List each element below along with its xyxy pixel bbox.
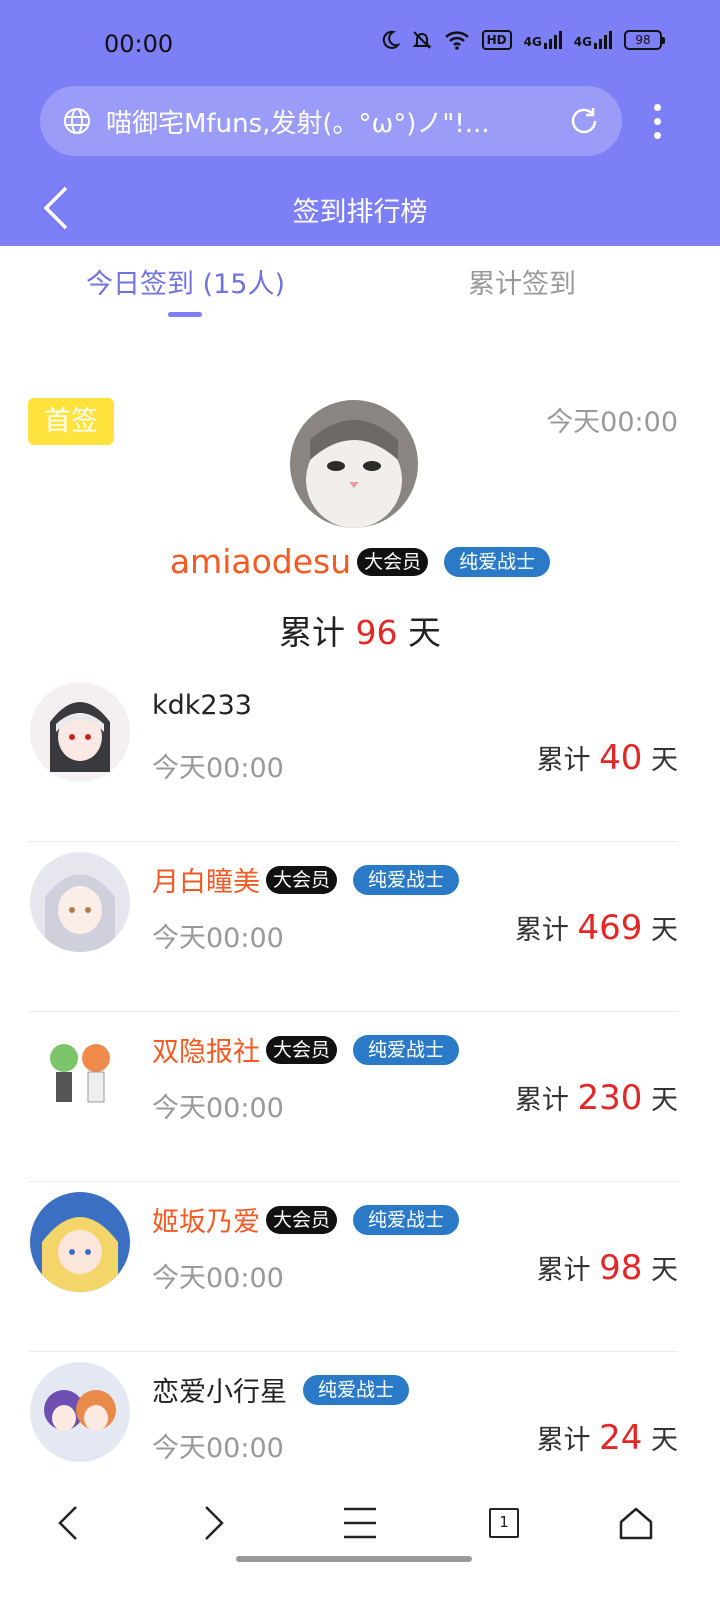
username[interactable]: 双隐报社 xyxy=(152,1030,260,1069)
sign-total: 累计 98 天 xyxy=(536,1248,678,1288)
chibi-duo-avatar-icon xyxy=(30,1022,130,1122)
item-name-row: kdk233 xyxy=(152,690,252,721)
wifi-icon xyxy=(444,31,469,50)
url-bar[interactable]: 喵御宅Mfuns,发射(。°ω°)ノ"!... xyxy=(40,86,622,156)
vip-tag: 大会员 xyxy=(357,547,429,576)
item-name-row: 恋爱小行星 纯爱战士 xyxy=(152,1370,410,1409)
globe-icon xyxy=(64,108,90,134)
pure-love-tag: 纯爱战士 xyxy=(353,864,460,895)
pure-love-tag: 纯爱战士 xyxy=(444,546,551,577)
first-sign-total: 累计 96 天 xyxy=(279,613,441,652)
username[interactable]: 月白瞳美 xyxy=(152,860,260,899)
hamburger-icon xyxy=(344,1507,376,1539)
pure-love-tag: 纯爱战士 xyxy=(353,1204,460,1235)
item-name-row: 双隐报社 大会员 纯爱战士 xyxy=(152,1030,460,1069)
item-name-row: 月白瞳美 大会员 纯爱战士 xyxy=(152,860,460,899)
system-home-indicator[interactable] xyxy=(236,1556,472,1562)
avatar[interactable] xyxy=(290,400,418,528)
tab-today[interactable]: 今日签到 (15人) xyxy=(86,262,285,301)
anime-duo-avatar-icon xyxy=(30,1362,130,1462)
sign-time: 今天00:00 xyxy=(152,923,284,954)
first-sign-time: 今天00:00 xyxy=(546,407,678,438)
list-item[interactable]: kdk233 今天00:00 累计 40 天 xyxy=(28,672,678,842)
vip-tag: 大会员 xyxy=(266,865,338,894)
first-sign-name-row: amiaodesu 大会员 纯爱战士 xyxy=(0,542,720,581)
cat-avatar-icon xyxy=(290,400,418,528)
first-sign-username[interactable]: amiaodesu xyxy=(170,542,351,581)
first-sign-badge: 首签 xyxy=(28,398,114,445)
tabs-icon: 1 xyxy=(489,1508,519,1538)
battery-icon: 98 xyxy=(624,30,665,50)
username[interactable]: kdk233 xyxy=(152,690,252,721)
sign-time: 今天00:00 xyxy=(152,1093,284,1124)
chevron-left-icon xyxy=(58,1506,77,1540)
nav-menu-button[interactable] xyxy=(330,1498,390,1548)
browser-bottom-nav: 1 xyxy=(0,1488,720,1558)
mute-bell-icon xyxy=(412,31,431,49)
vip-tag: 大会员 xyxy=(266,1205,338,1234)
avatar[interactable] xyxy=(30,852,130,952)
sign-time: 今天00:00 xyxy=(152,753,284,784)
url-title: 喵御宅Mfuns,发射(。°ω°)ノ"!... xyxy=(106,108,490,139)
anime-girl-avatar-icon xyxy=(30,852,130,952)
list-item[interactable]: 双隐报社 大会员 纯爱战士 今天00:00 累计 230 天 xyxy=(28,1012,678,1182)
hd-voice-icon: HD xyxy=(481,30,512,50)
nav-tabs-button[interactable]: 1 xyxy=(474,1498,534,1548)
avatar[interactable] xyxy=(30,682,130,782)
anime-girl-avatar-icon xyxy=(30,1192,130,1292)
sign-total: 累计 24 天 xyxy=(536,1418,678,1458)
more-menu-icon[interactable] xyxy=(650,104,664,139)
first-sign-days: 96 xyxy=(355,613,398,652)
moon-icon xyxy=(382,30,400,49)
signal-2-icon: 4G xyxy=(574,31,612,49)
chevron-right-icon xyxy=(205,1506,224,1540)
sign-time: 今天00:00 xyxy=(152,1263,284,1294)
nav-forward-button[interactable] xyxy=(184,1498,244,1548)
avatar[interactable] xyxy=(30,1362,130,1462)
status-time: 00:00 xyxy=(104,30,174,58)
pure-love-tag: 纯爱战士 xyxy=(303,1374,410,1405)
sign-total: 累计 230 天 xyxy=(514,1078,678,1118)
sign-total: 累计 40 天 xyxy=(536,738,678,778)
nav-home-button[interactable] xyxy=(606,1498,666,1548)
avatar[interactable] xyxy=(30,1022,130,1122)
sign-total: 累计 469 天 xyxy=(514,908,678,948)
username[interactable]: 姬坂乃爱 xyxy=(152,1200,260,1239)
anime-girl-avatar-icon xyxy=(30,682,130,782)
list-item[interactable]: 姬坂乃爱 大会员 纯爱战士 今天00:00 累计 98 天 xyxy=(28,1182,678,1352)
nav-back-button[interactable] xyxy=(38,1498,98,1548)
reload-icon[interactable] xyxy=(568,105,600,137)
home-icon xyxy=(619,1507,653,1540)
tab-indicator xyxy=(168,312,202,317)
list-item[interactable]: 月白瞳美 大会员 纯爱战士 今天00:00 累计 469 天 xyxy=(28,842,678,1012)
username[interactable]: 恋爱小行星 xyxy=(152,1370,287,1409)
tab-total[interactable]: 累计签到 xyxy=(468,262,576,301)
sign-time: 今天00:00 xyxy=(152,1433,284,1464)
vip-tag: 大会员 xyxy=(266,1035,338,1064)
item-name-row: 姬坂乃爱 大会员 纯爱战士 xyxy=(152,1200,460,1239)
avatar[interactable] xyxy=(30,1192,130,1292)
page-title: 签到排行榜 xyxy=(292,197,428,228)
pure-love-tag: 纯爱战士 xyxy=(353,1034,460,1065)
signal-1-icon: 4G xyxy=(524,31,562,49)
status-icons: HD 4G 4G 98 xyxy=(380,30,665,50)
